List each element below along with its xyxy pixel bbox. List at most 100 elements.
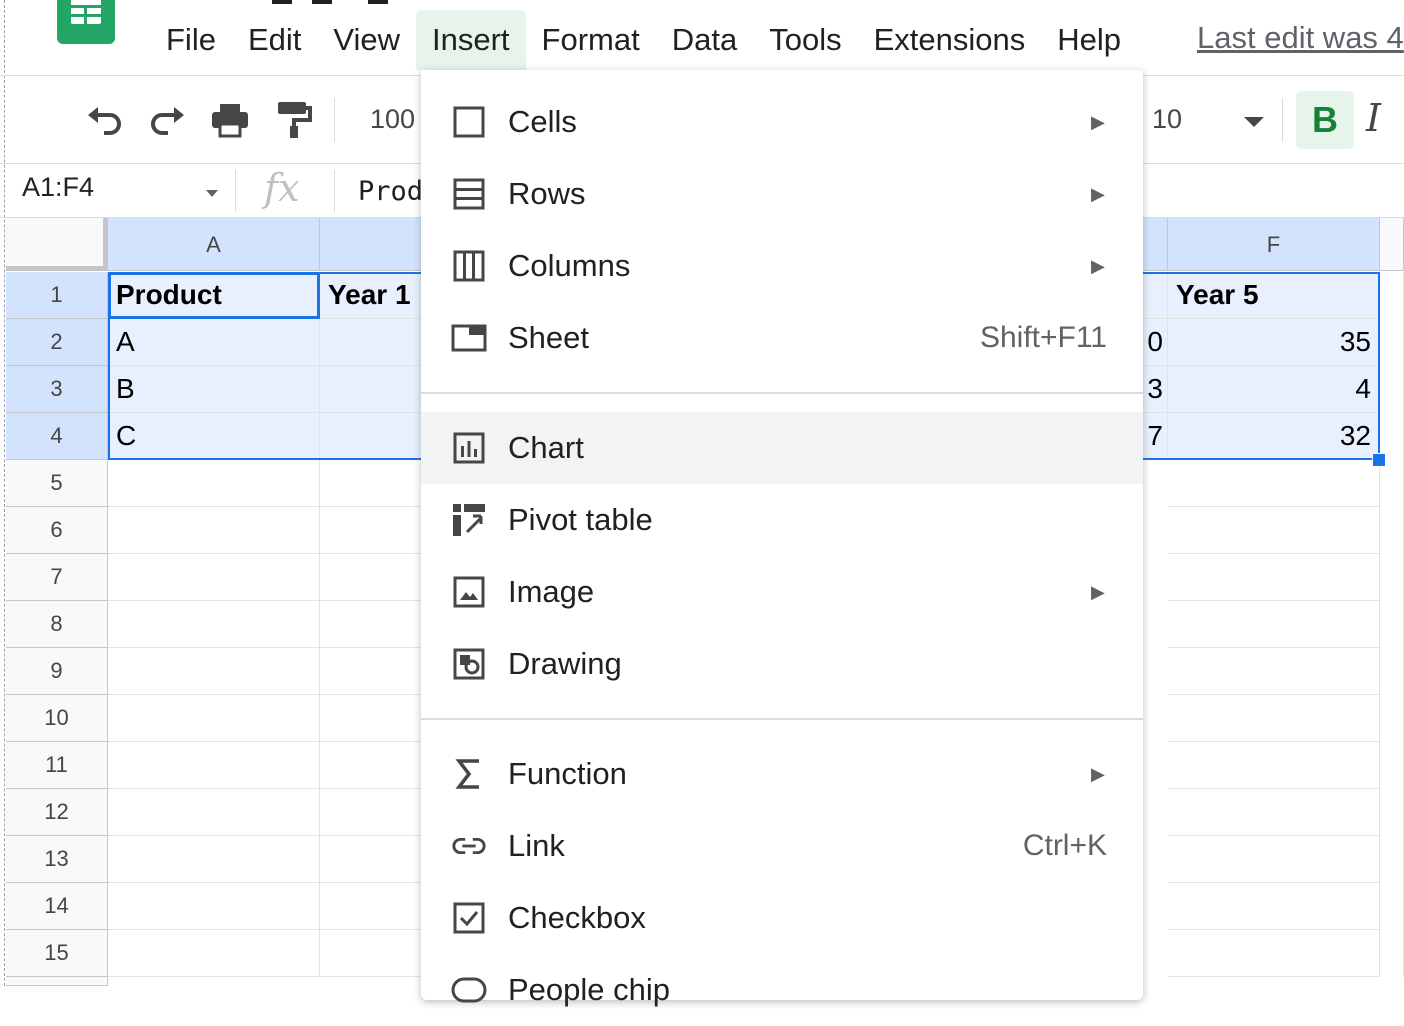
- people-chip-icon: [451, 972, 487, 1008]
- menu-item-people-chip[interactable]: People chip: [421, 954, 1143, 1026]
- row-header[interactable]: 7: [6, 554, 108, 601]
- cell-b8[interactable]: [320, 601, 430, 648]
- menu-insert[interactable]: Insert: [416, 10, 526, 70]
- print-icon[interactable]: [208, 98, 252, 142]
- cell-f10[interactable]: [1168, 695, 1380, 742]
- menu-item-function[interactable]: Function ▶: [421, 738, 1143, 810]
- cell-a9[interactable]: [108, 648, 320, 695]
- row-header[interactable]: 12: [6, 789, 108, 836]
- cell-f9[interactable]: [1168, 648, 1380, 695]
- menu-data[interactable]: Data: [656, 10, 753, 70]
- menu-item-pivot-table[interactable]: Pivot table: [421, 484, 1143, 556]
- cell-f13[interactable]: [1168, 836, 1380, 883]
- menu-edit[interactable]: Edit: [232, 10, 317, 70]
- cell-f11[interactable]: [1168, 742, 1380, 789]
- row-header[interactable]: 9: [6, 648, 108, 695]
- cell-b6[interactable]: [320, 507, 430, 554]
- select-all-corner[interactable]: [6, 218, 108, 271]
- menu-item-label: Image: [508, 574, 595, 609]
- cells-icon: [451, 104, 487, 140]
- cell-f15[interactable]: [1168, 930, 1380, 977]
- checkbox-icon: [451, 900, 487, 936]
- paint-format-icon[interactable]: [272, 98, 316, 142]
- menu-item-image[interactable]: Image ▶: [421, 556, 1143, 628]
- submenu-arrow-icon: ▶: [1091, 255, 1105, 276]
- cell-f14[interactable]: [1168, 883, 1380, 930]
- column-header-a[interactable]: A: [108, 218, 320, 271]
- cell-a12[interactable]: [108, 789, 320, 836]
- cell-a14[interactable]: [108, 883, 320, 930]
- column-header-g[interactable]: [1380, 218, 1404, 271]
- cell-b10[interactable]: [320, 695, 430, 742]
- column-g-cells[interactable]: [1380, 272, 1404, 977]
- cell-a5[interactable]: [108, 460, 320, 507]
- cell-f7[interactable]: [1168, 554, 1380, 601]
- row-header[interactable]: 10: [6, 695, 108, 742]
- italic-button[interactable]: I: [1366, 96, 1381, 140]
- menu-item-checkbox[interactable]: Checkbox: [421, 882, 1143, 954]
- row-header[interactable]: 5: [6, 460, 108, 507]
- chevron-down-icon[interactable]: [206, 190, 218, 197]
- bold-button[interactable]: B: [1296, 91, 1354, 149]
- last-edit-link[interactable]: Last edit was 4: [1197, 20, 1404, 56]
- menu-item-cells[interactable]: Cells ▶: [421, 86, 1143, 158]
- sheets-logo-icon[interactable]: [57, 0, 115, 44]
- menu-item-sheet[interactable]: Sheet Shift+F11: [421, 302, 1143, 374]
- row-header[interactable]: 11: [6, 742, 108, 789]
- redo-icon[interactable]: [146, 98, 190, 142]
- cell-b9[interactable]: [320, 648, 430, 695]
- cell-a7[interactable]: [108, 554, 320, 601]
- menu-item-columns[interactable]: Columns ▶: [421, 230, 1143, 302]
- row-header[interactable]: 6: [6, 507, 108, 554]
- cell-a13[interactable]: [108, 836, 320, 883]
- menu-extensions[interactable]: Extensions: [858, 10, 1042, 70]
- cell-a8[interactable]: [108, 601, 320, 648]
- cell-a15[interactable]: [108, 930, 320, 977]
- cell-b14[interactable]: [320, 883, 430, 930]
- row-header[interactable]: 15: [6, 930, 108, 977]
- row-header[interactable]: 14: [6, 883, 108, 930]
- menu-tools[interactable]: Tools: [753, 10, 857, 70]
- menu-help[interactable]: Help: [1041, 10, 1137, 70]
- menu-item-chart[interactable]: Chart: [421, 412, 1143, 484]
- row-header[interactable]: 13: [6, 836, 108, 883]
- menu-item-rows[interactable]: Rows ▶: [421, 158, 1143, 230]
- menu-format[interactable]: Format: [526, 10, 656, 70]
- cell-b15[interactable]: [320, 930, 430, 977]
- zoom-select[interactable]: 100: [370, 104, 415, 135]
- row-header[interactable]: 3: [6, 366, 108, 413]
- document-title-fragment[interactable]: [272, 0, 392, 4]
- row-header[interactable]: [6, 977, 108, 986]
- name-box[interactable]: A1:F4: [22, 172, 94, 203]
- row-header[interactable]: 1: [6, 272, 108, 319]
- row-header[interactable]: 2: [6, 319, 108, 366]
- row-header[interactable]: 8: [6, 601, 108, 648]
- menu-view[interactable]: View: [317, 10, 416, 70]
- menu-item-label: Rows: [508, 176, 586, 211]
- cell-f8[interactable]: [1168, 601, 1380, 648]
- cell-b7[interactable]: [320, 554, 430, 601]
- cell-a6[interactable]: [108, 507, 320, 554]
- cell-b11[interactable]: [320, 742, 430, 789]
- fill-handle[interactable]: [1372, 453, 1386, 467]
- column-header-b[interactable]: [320, 218, 430, 271]
- toolbar-divider: [1282, 98, 1283, 142]
- cell-f5[interactable]: [1168, 460, 1380, 507]
- divider: [235, 170, 236, 212]
- cell-b13[interactable]: [320, 836, 430, 883]
- cell-b12[interactable]: [320, 789, 430, 836]
- cell-b5[interactable]: [320, 460, 430, 507]
- font-size-input[interactable]: 10: [1152, 104, 1182, 135]
- chevron-down-icon[interactable]: [1244, 117, 1264, 127]
- menu-item-drawing[interactable]: Drawing: [421, 628, 1143, 700]
- cell-f6[interactable]: [1168, 507, 1380, 554]
- menu-item-link[interactable]: Link Ctrl+K: [421, 810, 1143, 882]
- cell-a11[interactable]: [108, 742, 320, 789]
- formula-input[interactable]: Prod: [358, 176, 423, 207]
- menu-file[interactable]: File: [150, 10, 232, 70]
- row-header[interactable]: 4: [6, 413, 108, 460]
- column-header-f[interactable]: F: [1168, 218, 1380, 271]
- undo-icon[interactable]: [82, 98, 126, 142]
- cell-f12[interactable]: [1168, 789, 1380, 836]
- cell-a10[interactable]: [108, 695, 320, 742]
